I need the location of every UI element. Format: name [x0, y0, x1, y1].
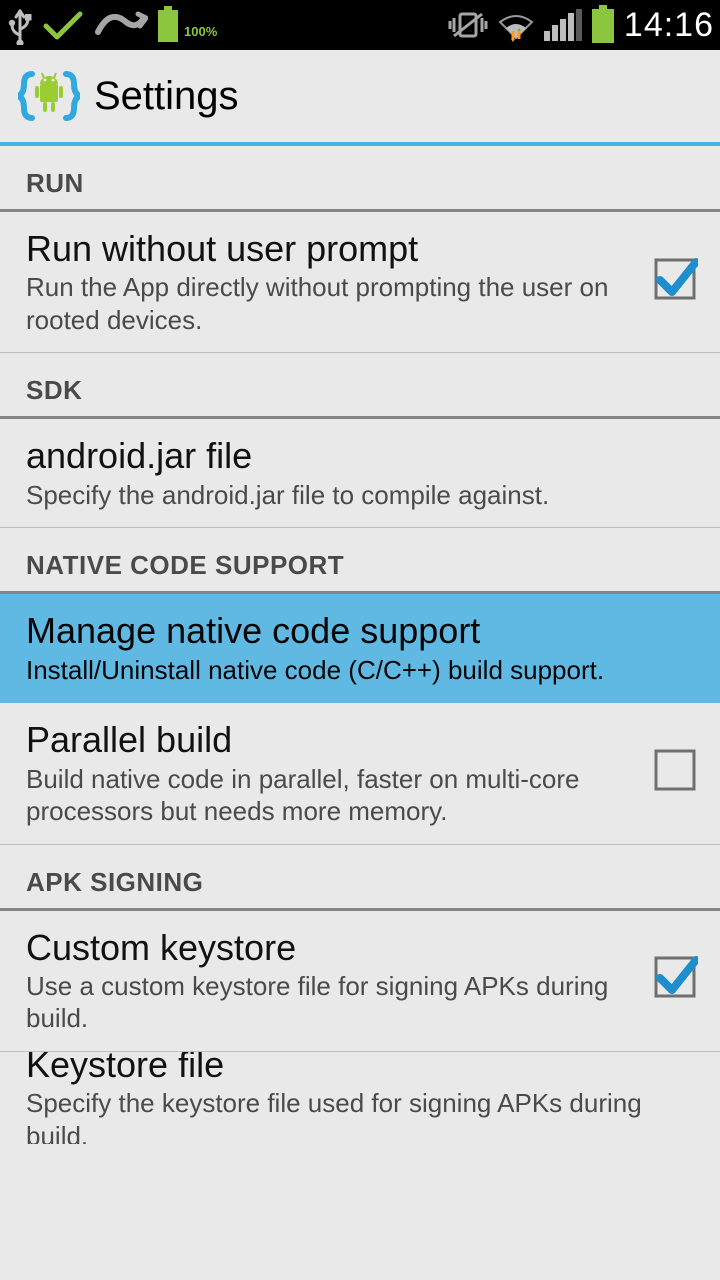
- pref-title: Keystore file: [26, 1052, 698, 1085]
- pref-title: Manage native code support: [26, 608, 698, 651]
- pref-summary: Specify the android.jar file to compile …: [26, 477, 698, 512]
- pref-title: Custom keystore: [26, 925, 634, 968]
- pref-title: Parallel build: [26, 717, 634, 760]
- usb-icon: [6, 5, 34, 45]
- pref-summary: Run the App directly without prompting t…: [26, 269, 634, 336]
- signal-icon: [544, 9, 582, 41]
- battery-pct-label: 100%: [184, 24, 217, 45]
- vibrate-icon: [448, 8, 488, 42]
- pref-custom-keystore[interactable]: Custom keystore Use a custom keystore fi…: [0, 911, 720, 1052]
- wifi-icon: [496, 8, 536, 42]
- pref-summary: Use a custom keystore file for signing A…: [26, 968, 634, 1035]
- sync-icon: [92, 8, 148, 42]
- pref-summary: Specify the keystore file used for signi…: [26, 1085, 698, 1144]
- page-title: Settings: [94, 74, 239, 119]
- pref-title: Run without user prompt: [26, 226, 634, 269]
- section-header-native: NATIVE CODE SUPPORT: [0, 528, 720, 594]
- pref-title: android.jar file: [26, 433, 698, 476]
- pref-summary: Install/Uninstall native code (C/C++) bu…: [26, 652, 698, 687]
- action-bar: Settings: [0, 50, 720, 146]
- app-icon: [18, 64, 80, 128]
- check-icon: [42, 8, 84, 42]
- section-header-signing: APK SIGNING: [0, 845, 720, 911]
- status-bar: 100%: [0, 0, 720, 50]
- checkbox-checked-icon[interactable]: [652, 954, 698, 1005]
- settings-list[interactable]: RUN Run without user prompt Run the App …: [0, 146, 720, 1280]
- checkbox-unchecked-icon[interactable]: [652, 747, 698, 798]
- battery-icon: [590, 5, 616, 45]
- pref-parallel-build[interactable]: Parallel build Build native code in para…: [0, 703, 720, 844]
- pref-keystore-file[interactable]: Keystore file Specify the keystore file …: [0, 1052, 720, 1144]
- section-header-run: RUN: [0, 146, 720, 212]
- checkbox-checked-icon[interactable]: [652, 256, 698, 307]
- pref-android-jar[interactable]: android.jar file Specify the android.jar…: [0, 419, 720, 528]
- pref-run-without-prompt[interactable]: Run without user prompt Run the App dire…: [0, 212, 720, 353]
- section-header-sdk: SDK: [0, 353, 720, 419]
- status-clock: 14:16: [624, 6, 714, 45]
- pref-manage-native[interactable]: Manage native code support Install/Unins…: [0, 594, 720, 703]
- pref-summary: Build native code in parallel, faster on…: [26, 761, 634, 828]
- battery-small-icon: [156, 6, 180, 44]
